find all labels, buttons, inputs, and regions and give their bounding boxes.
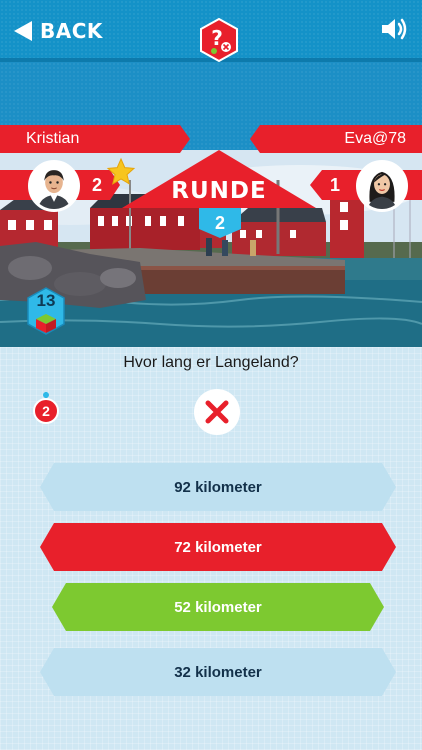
- game-stage: Kristian Eva@78 2 1 RUNDE 2 13: [0, 62, 422, 347]
- player-left-avatar: [28, 160, 80, 212]
- wrong-x-icon: [205, 400, 229, 424]
- wrong-answer-count: 2: [33, 398, 59, 424]
- question-badge-icon: ?: [200, 18, 238, 62]
- player-right-name: Eva@78: [250, 125, 422, 153]
- player-left-name: Kristian: [0, 125, 190, 153]
- female-avatar-icon: [359, 163, 405, 209]
- question-text: Hvor lang er Langeland?: [123, 354, 299, 371]
- question-counter: 13: [36, 291, 56, 310]
- round-label: RUNDE: [171, 178, 267, 204]
- answer-option-4[interactable]: 32 kilometer: [40, 648, 396, 696]
- answer-option-2[interactable]: 72 kilometer: [40, 523, 396, 571]
- answer-option-3[interactable]: 52 kilometer: [52, 583, 384, 631]
- result-indicator: [194, 389, 240, 435]
- back-label: BACK: [40, 19, 103, 43]
- answer-option-1[interactable]: 92 kilometer: [40, 463, 396, 511]
- male-avatar-icon: [31, 163, 77, 209]
- back-button[interactable]: BACK: [14, 16, 103, 46]
- player-right-avatar: [356, 160, 408, 212]
- speaker-icon[interactable]: [380, 16, 408, 42]
- back-arrow-icon: [14, 21, 32, 41]
